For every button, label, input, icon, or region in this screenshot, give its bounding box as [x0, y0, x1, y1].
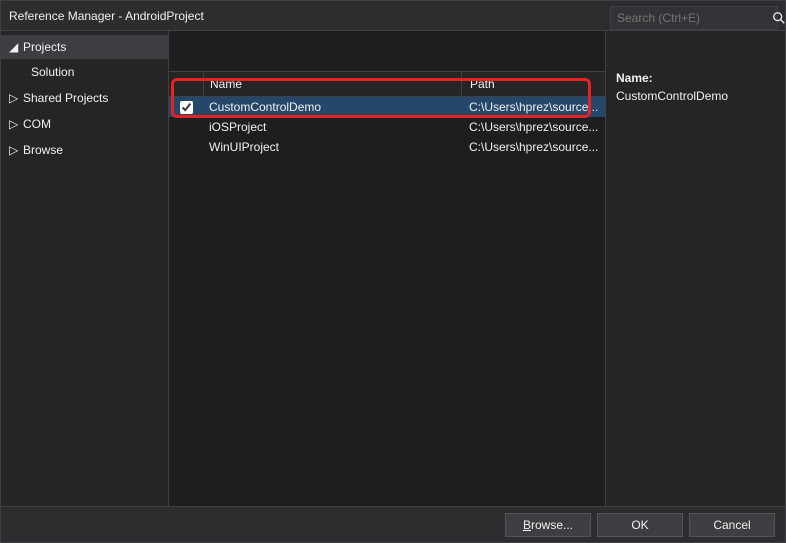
- chevron-right-icon: ▷: [9, 117, 19, 131]
- row-name: WinUIProject: [203, 140, 461, 154]
- table-row[interactable]: iOSProject C:\Users\hprez\source...: [169, 117, 605, 137]
- grid-header: Name Path: [169, 71, 605, 97]
- nav-browse[interactable]: ▷ Browse: [1, 137, 168, 163]
- ok-button[interactable]: OK: [597, 513, 683, 537]
- nav-shared-projects[interactable]: ▷ Shared Projects: [1, 85, 168, 111]
- row-path: C:\Users\hprez\source...: [461, 140, 605, 154]
- grid-body: CustomControlDemo C:\Users\hprez\source.…: [169, 97, 605, 506]
- browse-button[interactable]: Browse...: [505, 513, 591, 537]
- row-checkbox[interactable]: [180, 101, 193, 114]
- table-row[interactable]: WinUIProject C:\Users\hprez\source...: [169, 137, 605, 157]
- footer: Browse... OK Cancel: [1, 506, 785, 542]
- row-checkbox-cell: [169, 101, 203, 114]
- details-panel: ▼ Name: CustomControlDemo: [605, 31, 785, 506]
- window-title: Reference Manager - AndroidProject: [9, 9, 709, 23]
- center-panel: Name Path CustomControlDemo C:\Users\hpr…: [169, 31, 605, 506]
- cancel-button[interactable]: Cancel: [689, 513, 775, 537]
- chevron-down-icon: ◢: [9, 40, 19, 54]
- sidebar: ◢ Projects Solution ▷ Shared Projects ▷ …: [1, 31, 169, 506]
- nav-com[interactable]: ▷ COM: [1, 111, 168, 137]
- nav-label: Shared Projects: [23, 91, 108, 105]
- search-box[interactable]: ▼: [610, 6, 778, 30]
- row-name: CustomControlDemo: [203, 100, 461, 114]
- row-name: iOSProject: [203, 120, 461, 134]
- col-header-path[interactable]: Path: [461, 72, 605, 96]
- row-path: C:\Users\hprez\source...: [461, 100, 605, 114]
- chevron-right-icon: ▷: [9, 91, 19, 105]
- table-row[interactable]: CustomControlDemo C:\Users\hprez\source.…: [169, 97, 605, 117]
- details-label: Name:: [616, 71, 775, 85]
- nav-label: COM: [23, 117, 51, 131]
- details-value: CustomControlDemo: [616, 89, 775, 103]
- nav-solution[interactable]: Solution: [1, 59, 168, 85]
- col-header-name[interactable]: Name: [203, 72, 461, 96]
- row-path: C:\Users\hprez\source...: [461, 120, 605, 134]
- chevron-right-icon: ▷: [9, 143, 19, 157]
- nav-projects[interactable]: ◢ Projects: [1, 35, 168, 59]
- nav-label: Projects: [23, 40, 66, 54]
- nav-label: Browse: [23, 143, 63, 157]
- search-icon[interactable]: ▼: [772, 11, 786, 25]
- search-input[interactable]: [617, 11, 772, 25]
